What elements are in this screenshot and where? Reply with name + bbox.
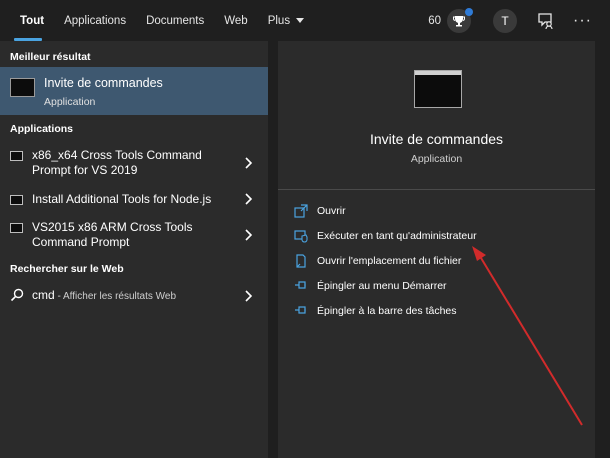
open-label: Ouvrir xyxy=(317,205,346,217)
web-search-item[interactable]: cmd - Afficher les résultats Web xyxy=(0,287,268,307)
pin-to-taskbar-action[interactable]: Épingler à la barre des tâches xyxy=(278,302,595,322)
best-match-heading: Meilleur résultat xyxy=(10,51,91,63)
console-icon xyxy=(10,195,23,205)
pin-to-start-label: Épingler au menu Démarrer xyxy=(317,280,447,292)
web-search-label: cmd - Afficher les résultats Web xyxy=(32,288,176,302)
command-prompt-icon xyxy=(10,78,35,97)
run-as-admin-label: Exécuter en tant qu'administrateur xyxy=(317,230,477,242)
web-results-hint: - Afficher les résultats Web xyxy=(54,291,177,302)
tab-documents-label: Documents xyxy=(146,14,205,27)
applications-heading: Applications xyxy=(10,123,74,135)
web-query: cmd xyxy=(32,288,55,302)
tab-web[interactable]: Web xyxy=(214,0,257,41)
app-label: x86_x64 Cross Tools Command Prompt for V… xyxy=(32,148,202,177)
chevron-right-icon[interactable] xyxy=(243,157,253,169)
run-as-admin-action[interactable]: Exécuter en tant qu'administrateur xyxy=(278,227,595,247)
feedback-icon[interactable] xyxy=(537,12,555,30)
open-icon xyxy=(294,204,308,218)
list-item[interactable]: VS2015 x86 ARM Cross Tools Command Promp… xyxy=(0,219,268,255)
tab-web-label: Web xyxy=(224,14,248,27)
trophy-icon xyxy=(453,15,466,26)
tab-more-label: Plus xyxy=(267,14,291,27)
file-location-icon xyxy=(296,254,306,268)
preview-panel: Invite de commandes Application Ouvrir E… xyxy=(278,41,595,458)
open-file-location-action[interactable]: Ouvrir l'emplacement du fichier xyxy=(278,252,595,272)
tab-applications-label: Applications xyxy=(64,14,127,27)
console-icon xyxy=(10,151,23,161)
search-icon xyxy=(10,288,24,302)
results-panel: Meilleur résultat Invite de commandes Ap… xyxy=(0,41,268,458)
preview-subtitle: Application xyxy=(410,153,463,165)
window-titlebar xyxy=(415,71,461,75)
tab-all-label: Tout xyxy=(20,14,45,27)
run-as-admin-icon xyxy=(294,230,308,243)
console-icon xyxy=(10,223,23,233)
app-label: Install Additional Tools for Node.js xyxy=(32,192,212,206)
tab-more[interactable]: Plus xyxy=(258,0,314,41)
top-right-controls: 60 T ··· xyxy=(428,0,610,41)
tab-documents[interactable]: Documents xyxy=(136,0,214,41)
avatar-letter: T xyxy=(501,13,509,28)
tab-applications[interactable]: Applications xyxy=(54,0,136,41)
pin-icon xyxy=(295,306,306,314)
more-options-button[interactable]: ··· xyxy=(573,12,592,30)
web-search-heading: Rechercher sur le Web xyxy=(10,263,124,275)
tab-all[interactable]: Tout xyxy=(0,0,54,41)
open-action[interactable]: Ouvrir xyxy=(278,202,595,222)
pin-icon xyxy=(295,281,306,289)
search-top-bar: Tout Applications Documents Web Plus 60 … xyxy=(0,0,610,41)
pin-to-taskbar-label: Épingler à la barre des tâches xyxy=(317,305,457,317)
preview-title: Invite de commandes xyxy=(369,131,504,147)
pin-to-start-action[interactable]: Épingler au menu Démarrer xyxy=(278,277,595,297)
avatar[interactable]: T xyxy=(493,8,518,33)
notification-dot xyxy=(465,7,474,16)
best-match-title: Invite de commandes xyxy=(44,76,163,90)
open-file-location-label: Ouvrir l'emplacement du fichier xyxy=(317,255,462,267)
list-item[interactable]: Install Additional Tools for Node.js xyxy=(0,191,268,211)
rewards-button[interactable] xyxy=(447,7,474,33)
chevron-right-icon[interactable] xyxy=(243,193,253,205)
best-match-subtitle: Application xyxy=(44,96,96,108)
chevron-right-icon[interactable] xyxy=(243,290,253,302)
command-prompt-large-icon xyxy=(414,70,462,108)
app-label: VS2015 x86 ARM Cross Tools Command Promp… xyxy=(32,220,193,249)
list-item[interactable]: x86_x64 Cross Tools Command Prompt for V… xyxy=(0,147,268,183)
chevron-right-icon[interactable] xyxy=(243,229,253,241)
scrollbar-track[interactable] xyxy=(597,41,610,458)
rewards-points: 60 xyxy=(428,14,442,27)
best-match-item[interactable]: Invite de commandes Application xyxy=(0,67,268,115)
chevron-down-icon xyxy=(296,18,305,23)
divider xyxy=(278,189,595,190)
